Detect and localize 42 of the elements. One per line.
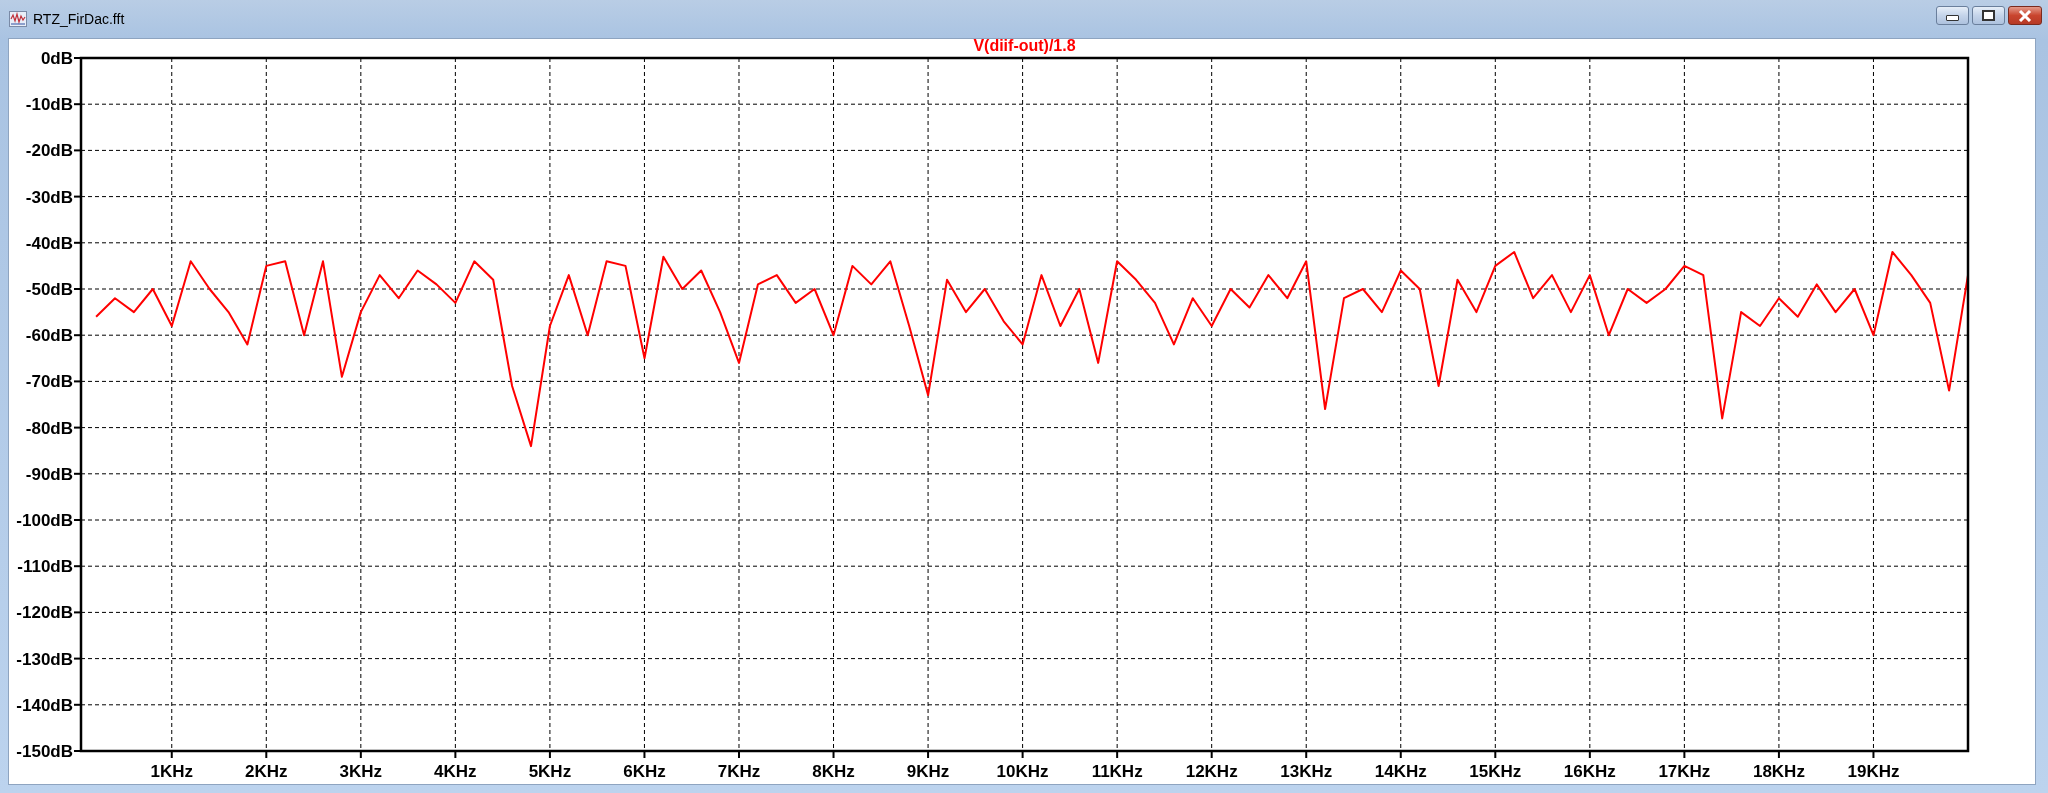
y-tick-label: -100dB xyxy=(16,511,73,530)
window-title: RTZ_FirDac.fft xyxy=(33,11,125,27)
x-tick-label: 6KHz xyxy=(623,762,666,781)
x-tick-label: 15KHz xyxy=(1469,762,1522,781)
x-tick-label: 4KHz xyxy=(434,762,477,781)
x-tick-label: 10KHz xyxy=(996,762,1049,781)
close-icon xyxy=(2017,9,2033,22)
chart-title: V(diif-out)/1.8 xyxy=(973,39,1076,54)
y-tick-label: -20dB xyxy=(25,141,73,161)
x-tick-label: 9KHz xyxy=(906,762,950,781)
y-tick-label: -40dB xyxy=(25,233,73,253)
y-tick-label: -120dB xyxy=(16,603,73,623)
y-tick-label: -50dB xyxy=(25,280,73,299)
maximize-button[interactable] xyxy=(1972,6,2005,25)
y-tick-label: -30dB xyxy=(25,187,73,207)
y-tick-label: -140dB xyxy=(16,695,73,715)
waveform-icon xyxy=(9,11,27,27)
x-tick-label: 11KHz xyxy=(1091,762,1143,781)
minimize-button[interactable] xyxy=(1936,6,1969,25)
x-tick-label: 1KHz xyxy=(150,762,193,781)
y-tick-label: -150dB xyxy=(16,742,73,761)
x-tick-label: 2KHz xyxy=(245,762,288,781)
x-tick-label: 18KHz xyxy=(1752,762,1805,781)
x-tick-label: 13KHz xyxy=(1280,762,1333,781)
y-tick-label: 0dB xyxy=(40,49,73,68)
y-tick-label: -80dB xyxy=(25,418,73,438)
x-tick-label: 17KHz xyxy=(1658,762,1711,781)
close-button[interactable] xyxy=(2008,6,2042,25)
x-tick-label: 16KHz xyxy=(1563,762,1616,781)
x-tick-label: 12KHz xyxy=(1185,762,1238,781)
x-tick-label: 5KHz xyxy=(528,762,572,781)
x-tick-label: 19KHz xyxy=(1847,762,1900,781)
y-tick-label: -60dB xyxy=(25,326,73,346)
y-tick-label: -110dB xyxy=(17,557,73,577)
x-tick-label: 3KHz xyxy=(339,762,383,781)
x-tick-label: 8KHz xyxy=(812,762,855,781)
y-tick-label: -70dB xyxy=(25,372,73,392)
y-tick-label: -130dB xyxy=(16,649,73,669)
x-tick-label: 14KHz xyxy=(1374,762,1427,781)
y-tick-label: -10dB xyxy=(25,95,73,115)
x-tick-label: 7KHz xyxy=(717,762,761,781)
y-tick-label: -90dB xyxy=(25,464,73,484)
